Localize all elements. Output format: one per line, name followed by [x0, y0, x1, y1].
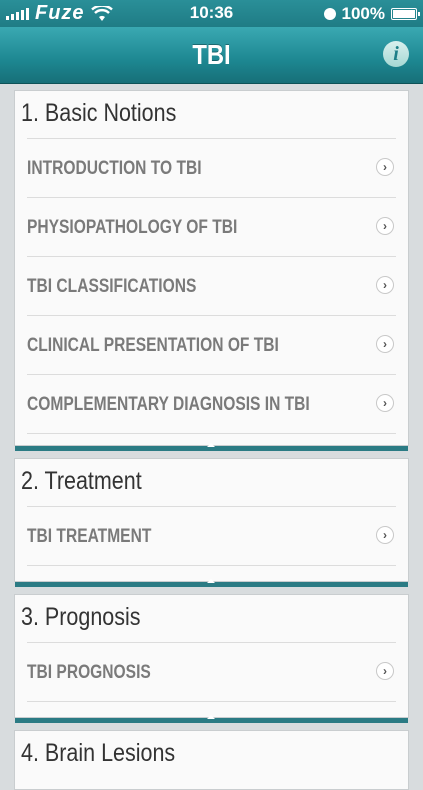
section-prognosis: 3. Prognosis TBI PROGNOSIS › — [14, 594, 409, 723]
list-item-label: CLINICAL PRESENTATION OF TBI — [27, 335, 279, 356]
status-bar: Fuze 10:36 100% — [0, 0, 423, 27]
chevron-right-icon: › — [376, 276, 394, 294]
list-item-label: TBI CLASSIFICATIONS — [27, 276, 197, 297]
list-item-label: TBI TREATMENT — [27, 526, 152, 547]
alarm-clock-icon — [323, 8, 336, 20]
battery-percent: 100% — [341, 4, 385, 23]
list-item-complementary-diagnosis[interactable]: COMPLEMENTARY DIAGNOSIS IN TBI › — [27, 374, 396, 434]
chevron-right-icon: › — [376, 335, 394, 353]
status-right: 100% — [323, 3, 420, 25]
section-title: 1. Basic Notions — [21, 99, 177, 127]
section-divider-bar — [15, 715, 408, 723]
list-item-tbi-prognosis[interactable]: TBI PROGNOSIS › — [27, 642, 396, 702]
chevron-right-icon: › — [376, 394, 394, 412]
chevron-right-icon: › — [376, 158, 394, 176]
page-title: TBI — [192, 39, 231, 70]
list-item-label: INTRODUCTION TO TBI — [27, 158, 202, 179]
list-item-tbi-treatment[interactable]: TBI TREATMENT › — [27, 506, 396, 566]
list-item-label: PHYSIOPATHOLOGY OF TBI — [27, 217, 238, 238]
list-item-label: COMPLEMENTARY DIAGNOSIS IN TBI — [27, 394, 310, 415]
section-title: 4. Brain Lesions — [21, 739, 176, 767]
info-button[interactable]: i — [383, 41, 409, 67]
list-item-clinical-presentation[interactable]: CLINICAL PRESENTATION OF TBI › — [27, 315, 396, 374]
chevron-right-icon: › — [376, 526, 394, 544]
section-divider-bar — [15, 579, 408, 587]
list-item-introduction[interactable]: INTRODUCTION TO TBI › — [27, 138, 396, 197]
list-item-physiopathology[interactable]: PHYSIOPATHOLOGY OF TBI › — [27, 197, 396, 256]
list-item-classifications[interactable]: TBI CLASSIFICATIONS › — [27, 256, 396, 315]
section-title: 3. Prognosis — [21, 603, 141, 631]
battery-icon — [391, 8, 420, 20]
section-divider-bar — [15, 443, 408, 451]
section-title: 2. Treatment — [21, 467, 142, 495]
section-treatment: 2. Treatment TBI TREATMENT › — [14, 458, 409, 587]
list-item-label: TBI PROGNOSIS — [27, 662, 151, 683]
navigation-bar: TBI i — [0, 27, 423, 84]
section-basic-notions: 1. Basic Notions INTRODUCTION TO TBI › P… — [14, 90, 409, 451]
chevron-right-icon: › — [376, 662, 394, 680]
chevron-right-icon: › — [376, 217, 394, 235]
section-brain-lesions: 4. Brain Lesions — [14, 730, 409, 790]
